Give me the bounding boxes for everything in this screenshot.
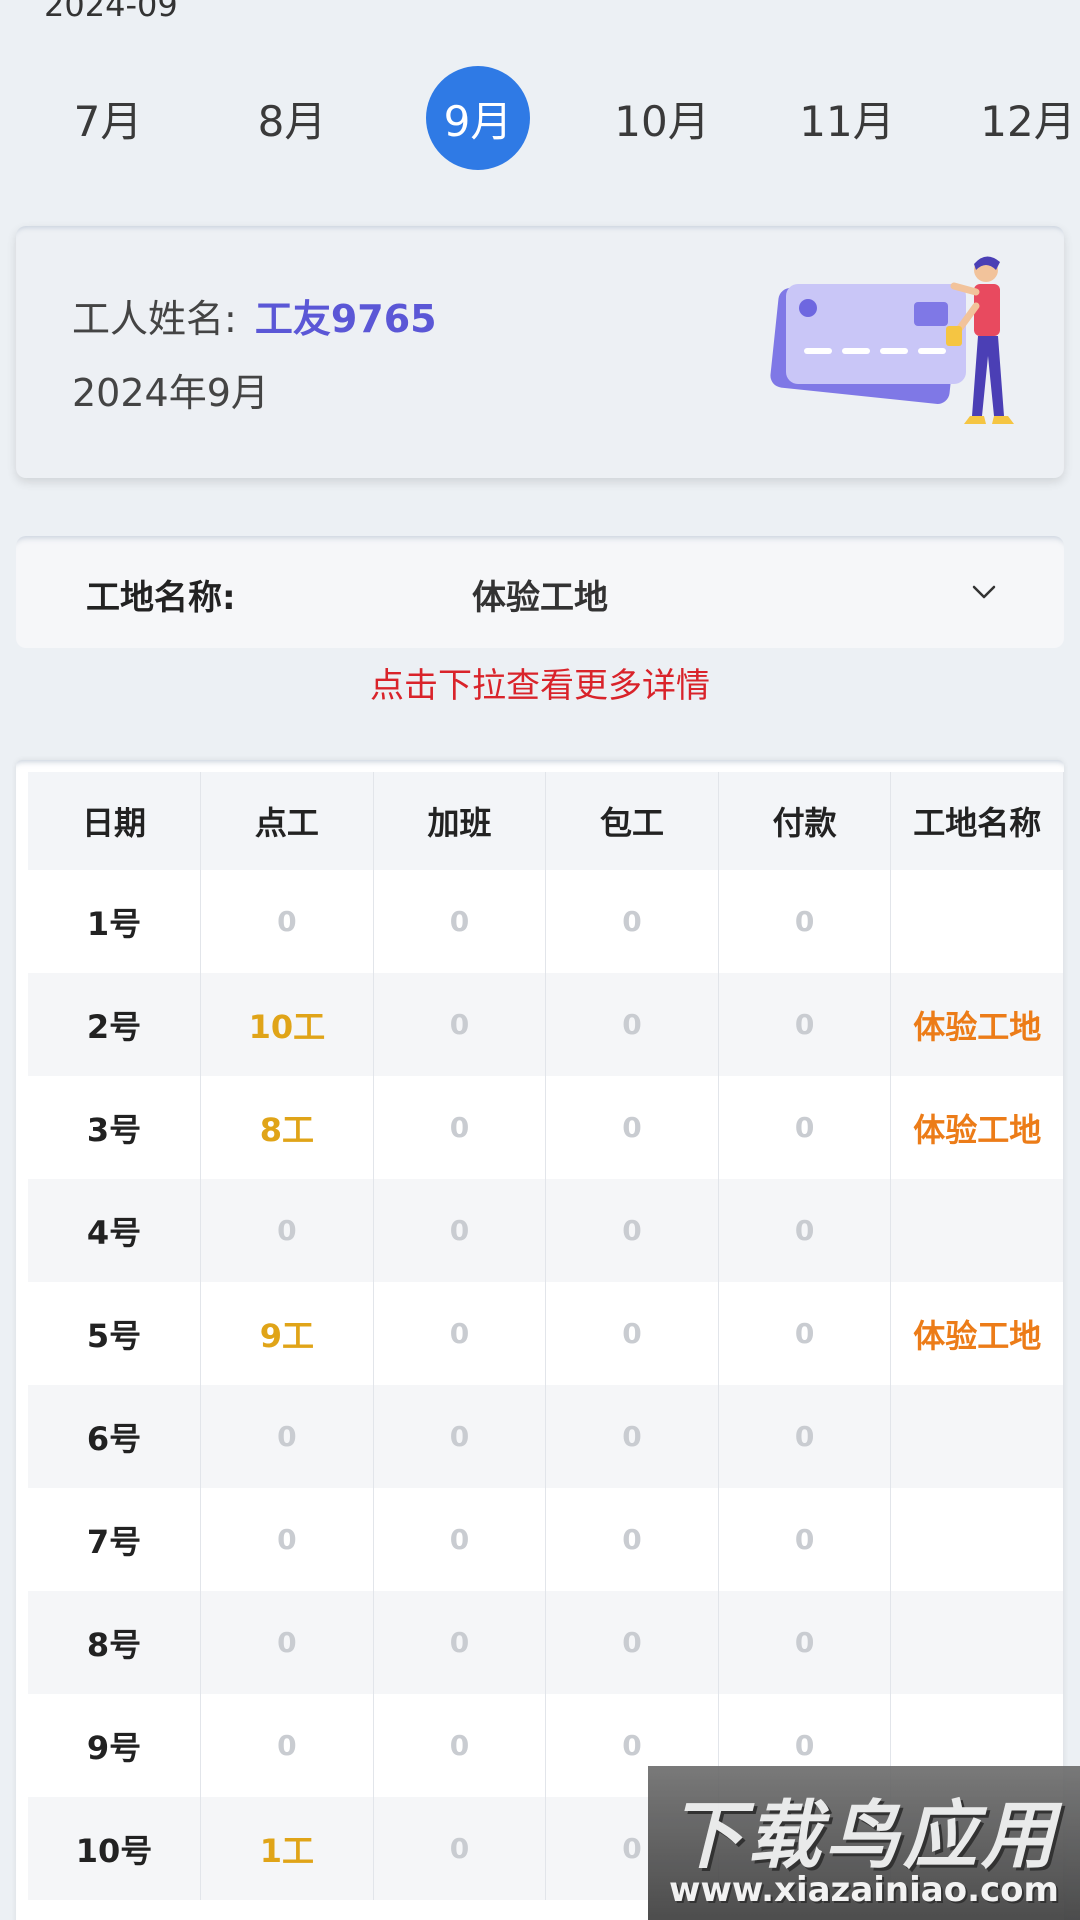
cell-overtime: 0 [373,1591,547,1694]
watermark-title: 下载鸟应用 [669,1793,1059,1879]
cell-day-work: 1工 [200,1797,374,1900]
month-tab-10[interactable]: 10月 [610,66,714,170]
site-dropdown[interactable]: 工地名称: 体验工地 [16,536,1064,648]
cell-payment: 0 [718,973,892,1076]
worker-name: 工友9765 [254,297,437,341]
cell-site [890,1488,1064,1591]
cell-overtime: 0 [373,1385,547,1488]
cell-site [890,1591,1064,1694]
cell-date: 5号 [28,1282,202,1385]
cell-contract: 0 [545,1385,719,1488]
cell-day-work: 0 [200,1694,374,1797]
dropdown-hint: 点击下拉查看更多详情 [370,666,710,706]
cell-day-work: 0 [200,1385,374,1488]
cell-site: 体验工地 [890,973,1064,1076]
cell-day-work: 0 [200,1488,374,1591]
cell-date: 2号 [28,973,202,1076]
header-overtime: 加班 [373,772,547,870]
cell-site [890,1179,1064,1282]
cell-payment: 0 [718,1385,892,1488]
cell-site: 体验工地 [890,1282,1064,1385]
table-row[interactable]: 6号 0 0 0 0 [28,1385,1064,1488]
watermark-logo: 下载鸟应用 www.xiazainiao.com [648,1766,1080,1920]
month-tab-9[interactable]: 9月 [426,66,530,170]
month-tab-7[interactable]: 7月 [56,66,160,170]
header-date: 日期 [28,772,202,870]
table-row[interactable]: 7号 0 0 0 0 [28,1488,1064,1591]
cell-contract: 0 [545,1179,719,1282]
payment-card-illustration [770,256,1014,424]
cell-overtime: 0 [373,1076,547,1179]
attendance-table-container: 日期 点工 加班 包工 付款 工地名称 1号 0 0 0 0 2号 10工 0 0 0 体验工地 3号… [16,760,1064,1920]
cell-day-work: 0 [200,870,374,973]
cell-date: 10号 [28,1797,202,1900]
period-label: 2024年9月 [72,371,269,415]
table-row[interactable]: 1号 0 0 0 0 [28,870,1064,973]
cell-day-work: 10工 [200,973,374,1076]
worker-info-card: 工人姓名: 工友9765 2024年9月 [16,226,1064,478]
cell-payment: 0 [718,1179,892,1282]
cell-payment: 0 [718,1591,892,1694]
year-month-label: 2024-09 [44,0,178,24]
table-row[interactable]: 5号 9工 0 0 0 体验工地 [28,1282,1064,1385]
worker-line: 工人姓名: 工友9765 [72,288,437,343]
cell-overtime: 0 [373,870,547,973]
cell-overtime: 0 [373,1488,547,1591]
month-tab-8[interactable]: 8月 [240,66,344,170]
cell-contract: 0 [545,1591,719,1694]
cell-day-work: 0 [200,1179,374,1282]
cell-site [890,1385,1064,1488]
header-site: 工地名称 [890,772,1064,870]
month-tab-11[interactable]: 11月 [795,66,899,170]
cell-site: 体验工地 [890,1076,1064,1179]
cell-date: 8号 [28,1591,202,1694]
cell-overtime: 0 [373,1282,547,1385]
cell-date: 7号 [28,1488,202,1591]
chevron-down-icon [972,585,996,599]
cell-overtime: 0 [373,1694,547,1797]
worker-name-label: 工人姓名: [72,297,237,341]
table-row[interactable]: 2号 10工 0 0 0 体验工地 [28,973,1064,1076]
cell-date: 4号 [28,1179,202,1282]
cell-date: 1号 [28,870,202,973]
cell-contract: 0 [545,1076,719,1179]
attendance-table: 日期 点工 加班 包工 付款 工地名称 1号 0 0 0 0 2号 10工 0 0 0 体验工地 3号… [28,772,1064,1900]
cell-date: 6号 [28,1385,202,1488]
cell-overtime: 0 [373,1179,547,1282]
month-tab-12[interactable]: 12月 [976,66,1080,170]
cell-payment: 0 [718,1076,892,1179]
table-row[interactable]: 3号 8工 0 0 0 体验工地 [28,1076,1064,1179]
cell-payment: 0 [718,1282,892,1385]
cell-payment: 0 [718,1488,892,1591]
cell-day-work: 0 [200,1591,374,1694]
cell-overtime: 0 [373,973,547,1076]
table-row[interactable]: 8号 0 0 0 0 [28,1591,1064,1694]
month-selector: 7月 8月 9月 10月 11月 12月 [0,66,1080,170]
watermark-url: www.xiazainiao.com [669,1870,1059,1910]
header-contract: 包工 [545,772,719,870]
cell-overtime: 0 [373,1797,547,1900]
cell-contract: 0 [545,1282,719,1385]
table-row[interactable]: 4号 0 0 0 0 [28,1179,1064,1282]
cell-contract: 0 [545,973,719,1076]
site-value: 体验工地 [472,578,608,618]
header-payment: 付款 [718,772,892,870]
cell-day-work: 9工 [200,1282,374,1385]
cell-contract: 0 [545,870,719,973]
cell-date: 9号 [28,1694,202,1797]
cell-site [890,870,1064,973]
cell-payment: 0 [718,870,892,973]
cell-day-work: 8工 [200,1076,374,1179]
page: 2024-09 7月 8月 9月 10月 11月 12月 工人姓名: 工友9765… [0,0,1080,1920]
cell-contract: 0 [545,1488,719,1591]
cell-date: 3号 [28,1076,202,1179]
table-header-row: 日期 点工 加班 包工 付款 工地名称 [28,772,1064,870]
header-day-work: 点工 [200,772,374,870]
